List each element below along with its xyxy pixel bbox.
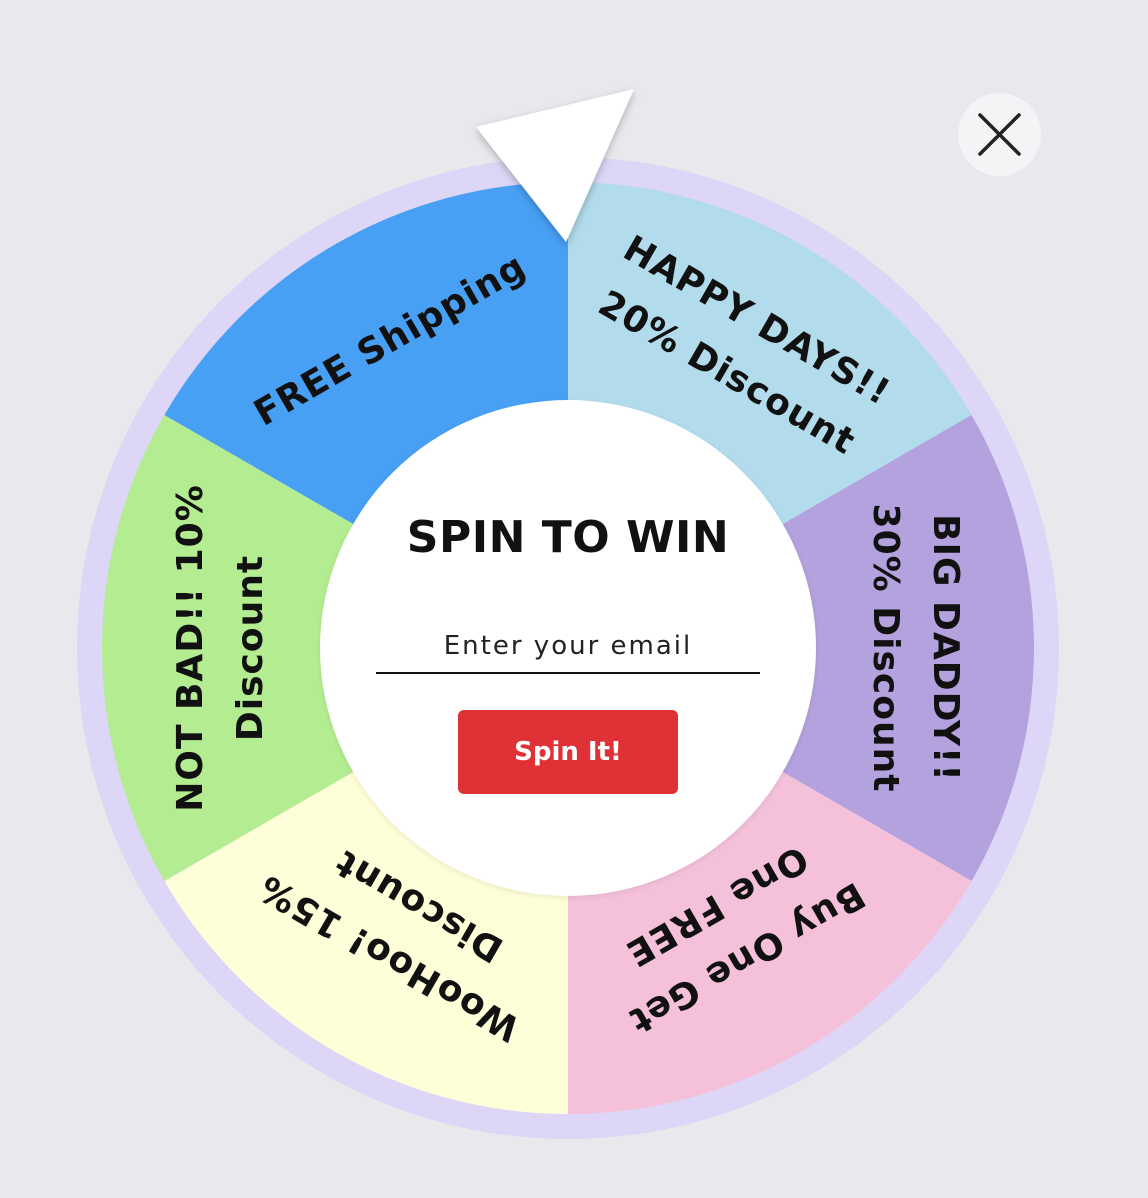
- close-icon: [978, 113, 1021, 156]
- center-panel: SPIN TO WIN Spin It!: [320, 400, 816, 896]
- wheel-label-not-bad-line-1: NOT BAD!! 10%: [170, 484, 211, 812]
- spin-to-win-title: SPIN TO WIN: [406, 512, 730, 563]
- spin-wheel-popup: HAPPY DAYS!! 20% Discount BIG DADDY!! 30% D…: [0, 0, 1148, 1198]
- wheel-label-not-bad-line-2: Discount: [230, 555, 271, 741]
- close-button[interactable]: [958, 93, 1041, 176]
- spin-it-button[interactable]: Spin It!: [458, 710, 678, 794]
- email-field[interactable]: [376, 620, 760, 674]
- wheel-label-big-daddy-line-1: BIG DADDY!!: [925, 514, 966, 782]
- wheel-label-big-daddy-line-2: 30% Discount: [865, 504, 906, 793]
